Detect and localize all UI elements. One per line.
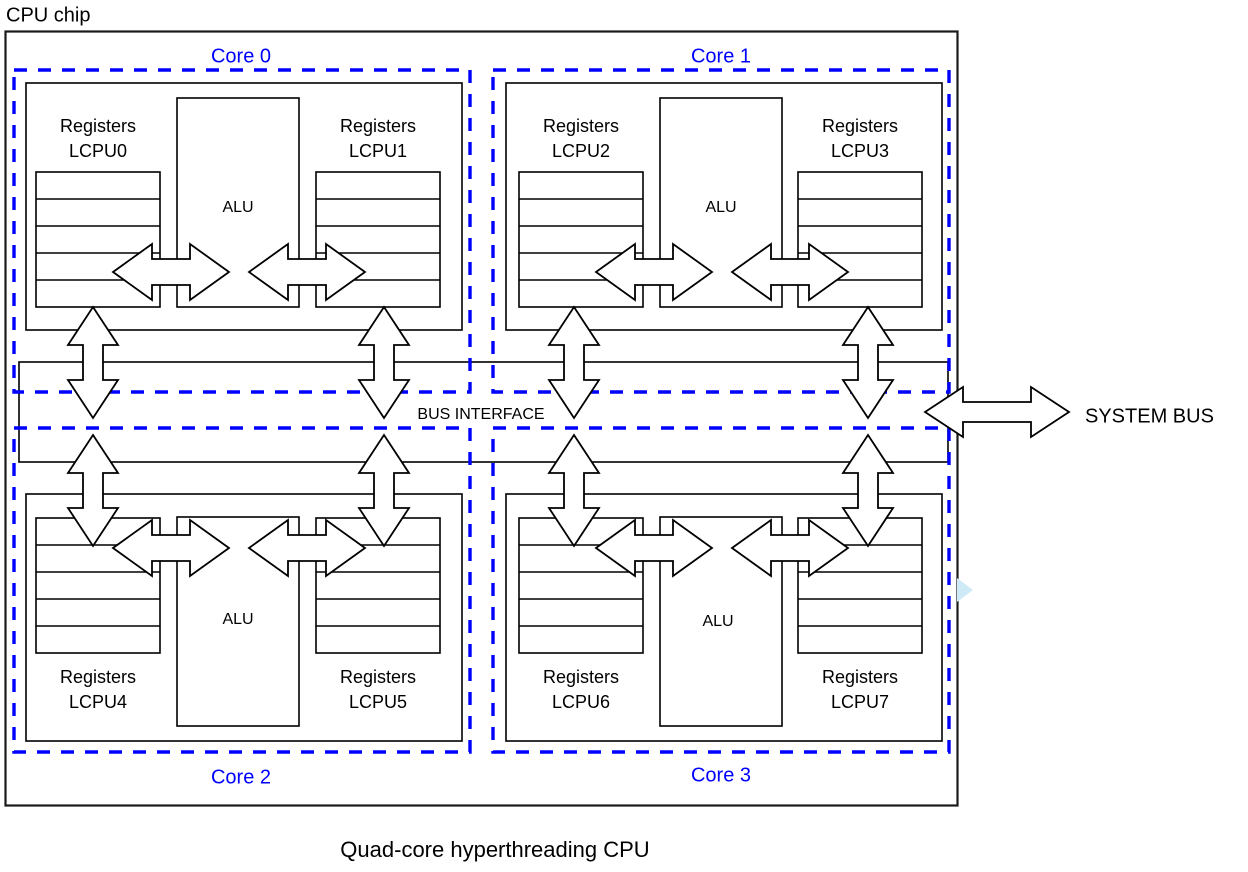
render-artifact	[957, 578, 973, 602]
core-2-lcpu4-alu-arrow	[111, 518, 231, 578]
core-3-group[interactable]: Core 3 ALU Registers LCPU6 Registers LCP…	[491, 426, 951, 786]
core-3-lcpu7-registers-label-line1: Registers	[822, 667, 898, 687]
core-3-lcpu6-alu-arrow	[594, 518, 714, 578]
core-2-lcpu5-registers-label-line1: Registers	[340, 667, 416, 687]
core-1-alu-label: ALU	[705, 199, 736, 216]
core-0-alu-label: ALU	[222, 199, 253, 216]
core-3-right-bus-arrow	[841, 433, 895, 548]
core-0-lcpu1-registers-label-line1: Registers	[340, 116, 416, 136]
figure-caption: Quad-core hyperthreading CPU	[340, 837, 649, 862]
core-0-lcpu0-registers-label-line2: LCPU0	[69, 141, 127, 161]
core-3-lcpu6-registers-label-line2: LCPU6	[552, 692, 610, 712]
core-0-lcpu0-registers-label-line1: Registers	[60, 116, 136, 136]
core-3-lcpu7-registers-label-line2: LCPU7	[831, 692, 889, 712]
core-2-lcpu5-registers-label-line2: LCPU5	[349, 692, 407, 712]
core-3-label: Core 3	[691, 764, 751, 786]
core-0-lcpu1-registers-label-line2: LCPU1	[349, 141, 407, 161]
core-3-lcpu6-registers-label-line1: Registers	[543, 667, 619, 687]
core-1-lcpu2-registers-label-line1: Registers	[543, 116, 619, 136]
core-0-label: Core 0	[211, 45, 271, 67]
core-3-alu-label: ALU	[702, 613, 733, 630]
core-1-lcpu3-registers-label-line2: LCPU3	[831, 141, 889, 161]
core-1-lcpu3-registers-label-line1: Registers	[822, 116, 898, 136]
core-1-lcpu2-registers-label-line2: LCPU2	[552, 141, 610, 161]
cpu-chip-label: CPU chip	[6, 4, 90, 26]
core-2-group[interactable]: Core 2 ALU Registers LCPU4 Registers LCP…	[12, 426, 472, 788]
core-3-left-bus-arrow	[547, 433, 601, 548]
core-2-label: Core 2	[211, 766, 271, 788]
bus-interface-label: BUS INTERFACE	[417, 406, 544, 423]
diagram-canvas: CPU chip BUS INTERFACE Core 0 ALU Regist…	[0, 0, 1248, 872]
core-2-left-bus-arrow	[66, 433, 120, 548]
core-2-lcpu4-registers-label-line1: Registers	[60, 667, 136, 687]
system-bus-arrow	[923, 385, 1071, 439]
core-2-alu-label: ALU	[222, 611, 253, 628]
core-2-lcpu4-registers-label-line2: LCPU4	[69, 692, 127, 712]
core-2-lcpu5-alu-arrow	[247, 518, 367, 578]
core-3-lcpu7-alu-arrow	[730, 518, 850, 578]
core-2-right-bus-arrow	[357, 433, 411, 548]
system-bus-label: SYSTEM BUS	[1085, 405, 1214, 427]
core-1-label: Core 1	[691, 45, 751, 67]
